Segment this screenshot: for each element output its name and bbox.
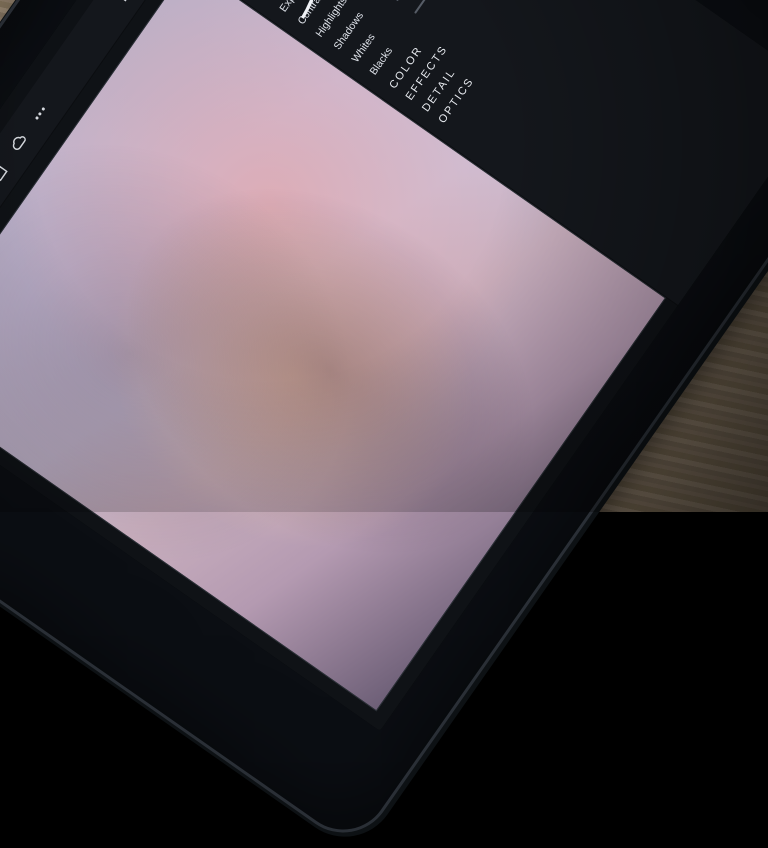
section-effects[interactable]: EFFECTS▸ [404, 0, 547, 103]
adjust-icon[interactable] [111, 0, 136, 6]
content-area: EDITS LIGHT▾ Exposure0.00Contrast+14High… [0, 0, 768, 731]
more-icon[interactable] [27, 101, 52, 126]
cloud-icon[interactable] [6, 130, 31, 155]
share-icon[interactable] [0, 160, 11, 185]
app-screen: AUTO EDITS LIGHT▾ Exposure0.00Contrast+1… [0, 0, 768, 731]
